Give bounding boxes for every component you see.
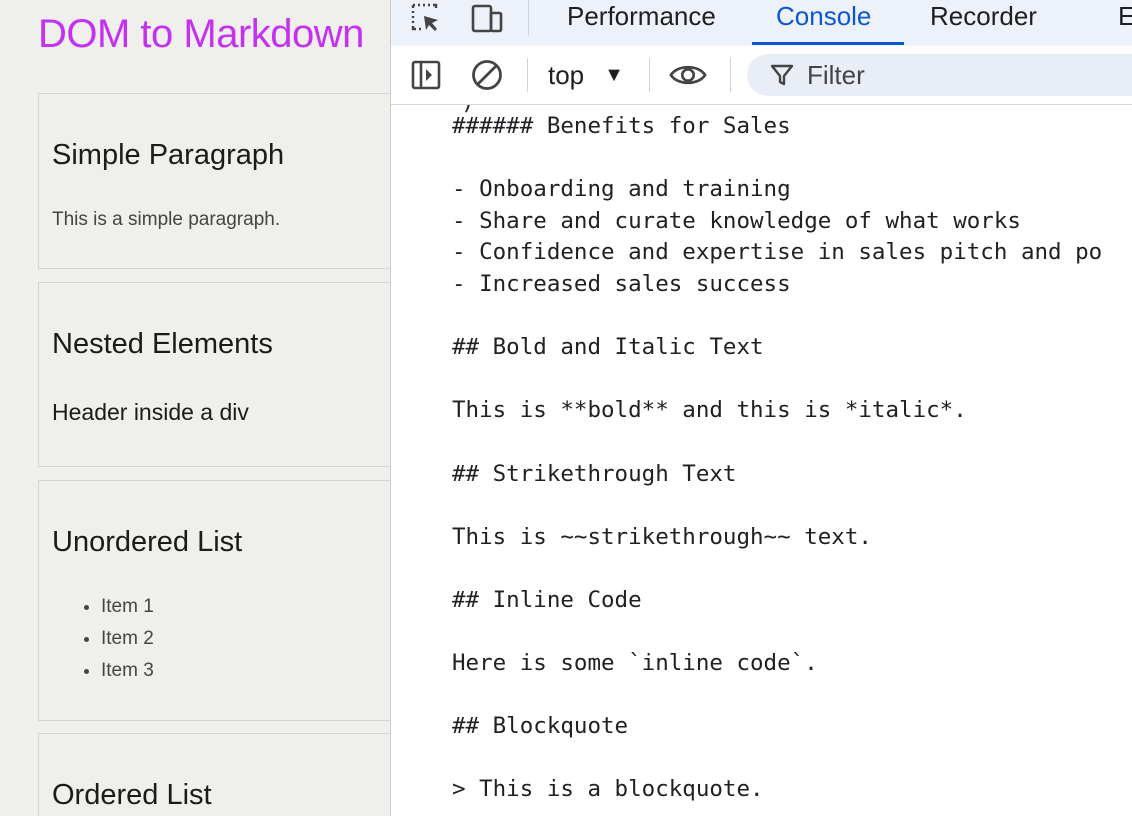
filter-box[interactable] [747, 54, 1132, 96]
page-title: DOM to Markdown [38, 12, 364, 56]
devtools-panel: Performance Console Recorder E top ▼ [390, 0, 1132, 816]
section-heading: Ordered List [52, 779, 212, 811]
section-heading: Unordered List [52, 526, 243, 558]
section-simple-paragraph: Simple Paragraph This is a simple paragr… [38, 93, 390, 269]
context-label: top [548, 59, 585, 90]
sidebar-toggle-icon[interactable] [407, 57, 445, 93]
toolbar-separator [649, 58, 650, 92]
section-heading: Nested Elements [52, 328, 273, 360]
active-tab-indicator [752, 42, 904, 45]
clear-console-icon[interactable] [468, 57, 506, 93]
context-selector[interactable]: top ▼ [548, 58, 624, 92]
devtools-tab-bar: Performance Console Recorder E [391, 0, 1132, 47]
console-message-text: ###### Benefits for Sales - Onboarding a… [452, 113, 1103, 803]
list-item: Item 1 [101, 591, 154, 623]
console-toolbar: top ▼ [391, 46, 1132, 105]
list-item: Item 2 [101, 623, 154, 655]
inspect-element-icon[interactable] [408, 0, 444, 36]
tab-separator [528, 0, 529, 36]
section-heading: Simple Paragraph [52, 139, 285, 171]
tab-more-clipped[interactable]: E [1118, 0, 1132, 36]
paragraph: This is a simple paragraph. [52, 209, 281, 230]
section-unordered-list: Unordered List Item 1 Item 2 Item 3 [38, 480, 390, 721]
page-content: DOM to Markdown Simple Paragraph This is… [0, 0, 390, 816]
tab-recorder[interactable]: Recorder [930, 0, 1037, 36]
device-toolbar-icon[interactable] [469, 0, 505, 36]
tab-performance[interactable]: Performance [567, 0, 716, 36]
dropdown-caret-icon: ▼ [604, 63, 624, 86]
console-output: ) ###### Benefits for Sales - Onboarding… [391, 105, 1132, 816]
section-nested-elements: Nested Elements Header inside a div [38, 282, 390, 467]
nested-header: Header inside a div [52, 399, 249, 425]
toolbar-separator [730, 58, 731, 92]
toolbar-separator [527, 58, 528, 92]
unordered-list: Item 1 Item 2 Item 3 [52, 591, 154, 687]
tab-console[interactable]: Console [776, 0, 871, 36]
filter-input[interactable] [805, 58, 1109, 92]
list-item: Item 3 [101, 655, 154, 687]
live-expression-eye-icon[interactable] [669, 57, 707, 93]
section-ordered-list: Ordered List [38, 733, 390, 816]
filter-funnel-icon [769, 62, 795, 88]
